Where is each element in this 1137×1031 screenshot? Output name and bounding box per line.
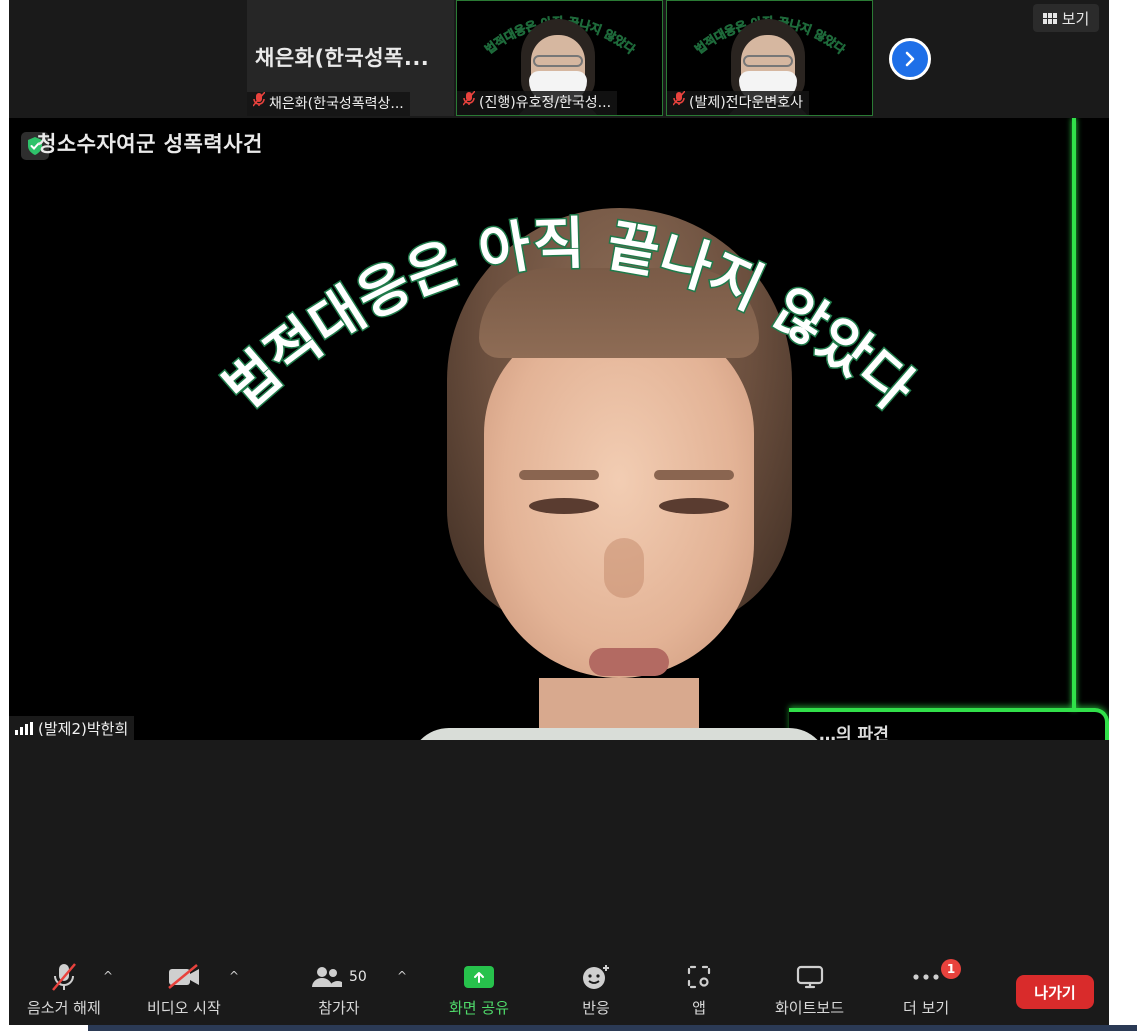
audio-options-caret[interactable]: ^ bbox=[103, 969, 113, 983]
participant-strip: 채은화(한국성폭... 채은화(한국성폭력상... 법적대응은 아직 끝나지 않… bbox=[9, 0, 1109, 118]
share-screen-icon bbox=[463, 966, 494, 988]
speaker-name-tag: (발제2)박한희 bbox=[9, 716, 135, 740]
share-screen-button[interactable]: 화면 공유 bbox=[449, 961, 509, 1018]
meeting-toolbar: 음소거 해제 ^ 비디오 시작 ^ 50 참가자 ^ 화면 공유 반응 앱 화이… bbox=[9, 955, 1109, 1025]
whiteboard-button[interactable]: 화이트보드 bbox=[775, 961, 844, 1018]
whiteboard-icon bbox=[796, 961, 824, 993]
next-page-button[interactable] bbox=[889, 38, 931, 80]
leave-button[interactable]: 나가기 bbox=[1016, 975, 1094, 1009]
zoom-meeting-window: 채은화(한국성폭... 채은화(한국성폭력상... 법적대응은 아직 끝나지 않… bbox=[9, 0, 1109, 1031]
svg-text:법적대응은 아직 끝나지 않았다: 법적대응은 아직 끝나지 않았다 bbox=[212, 211, 925, 422]
notification-badge: 1 bbox=[941, 959, 962, 979]
video-options-caret[interactable]: ^ bbox=[229, 969, 239, 983]
active-speaker-video: …의 파견 법적대응은 아직 끝나지 않았다 청소수자여군 성폭력사건 (발제2… bbox=[9, 118, 1109, 740]
reactions-button[interactable]: 반응 bbox=[581, 961, 611, 1018]
mic-muted-icon bbox=[462, 91, 476, 115]
mic-muted-icon bbox=[252, 92, 266, 116]
participant-label: (진행)유호정/한국성... bbox=[479, 95, 612, 111]
banner-arc-title: 법적대응은 아직 끝나지 않았다 bbox=[211, 210, 927, 424]
participants-options-caret[interactable]: ^ bbox=[397, 969, 407, 983]
unmute-label: 음소거 해제 bbox=[27, 999, 101, 1017]
taskbar-edge bbox=[0, 1025, 1137, 1031]
apps-label: 앱 bbox=[692, 999, 706, 1017]
more-label: 더 보기 bbox=[903, 999, 950, 1017]
mic-muted-icon bbox=[51, 961, 77, 993]
banner-corner-text: …의 파견 bbox=[819, 725, 889, 740]
view-button[interactable]: 보기 bbox=[1033, 4, 1099, 32]
participant-thumbnail-1[interactable]: 채은화(한국성폭... 채은화(한국성폭력상... bbox=[247, 0, 454, 116]
start-video-button[interactable]: 비디오 시작 bbox=[147, 961, 221, 1018]
window-margin bbox=[1109, 0, 1137, 1031]
participant-name-tag: (진행)유호정/한국성... bbox=[457, 91, 618, 115]
participant-thumbnail-2[interactable]: 법적대응은 아직 끝나지 않았다 (진행)유호정/한국성... bbox=[456, 0, 663, 116]
speaker-name: (발제2)박한희 bbox=[38, 719, 129, 738]
participant-name-tag: 채은화(한국성폭력상... bbox=[247, 92, 410, 116]
mic-muted-icon bbox=[672, 91, 686, 115]
whiteboard-label: 화이트보드 bbox=[775, 999, 845, 1017]
view-button-label: 보기 bbox=[1061, 9, 1090, 28]
participant-label: (발제)전다운변호사 bbox=[689, 95, 803, 111]
start-video-label: 비디오 시작 bbox=[147, 999, 221, 1017]
unmute-button[interactable]: 음소거 해제 bbox=[27, 961, 101, 1018]
participants-button[interactable]: 50 참가자 bbox=[311, 961, 367, 1018]
participant-thumbnail-3[interactable]: 법적대응은 아직 끝나지 않았다 (발제)전다운변호사 bbox=[666, 0, 873, 116]
participants-count: 50 bbox=[349, 969, 367, 985]
participant-name-display: 채은화(한국성폭... bbox=[255, 46, 430, 70]
participants-icon bbox=[312, 967, 342, 987]
video-off-icon bbox=[167, 961, 201, 993]
banner-caption: 청소수자여군 성폭력사건 bbox=[37, 132, 263, 156]
participants-label: 참가자 bbox=[318, 999, 360, 1017]
share-screen-label: 화면 공유 bbox=[449, 999, 509, 1017]
connection-signal-icon bbox=[15, 721, 33, 735]
apps-icon bbox=[687, 961, 711, 993]
participant-name-tag: (발제)전다운변호사 bbox=[667, 91, 809, 115]
chevron-right-icon bbox=[905, 51, 915, 67]
emoji-plus-icon bbox=[581, 961, 611, 993]
grid-view-icon bbox=[1042, 12, 1057, 24]
more-button[interactable]: 1 더 보기 bbox=[903, 959, 962, 1018]
participant-label: 채은화(한국성폭력상... bbox=[269, 96, 404, 112]
participants-icon-group: 50 bbox=[311, 961, 367, 993]
reactions-label: 반응 bbox=[582, 999, 610, 1017]
more-dots-icon: 1 bbox=[911, 959, 962, 993]
apps-button[interactable]: 앱 bbox=[687, 961, 711, 1018]
